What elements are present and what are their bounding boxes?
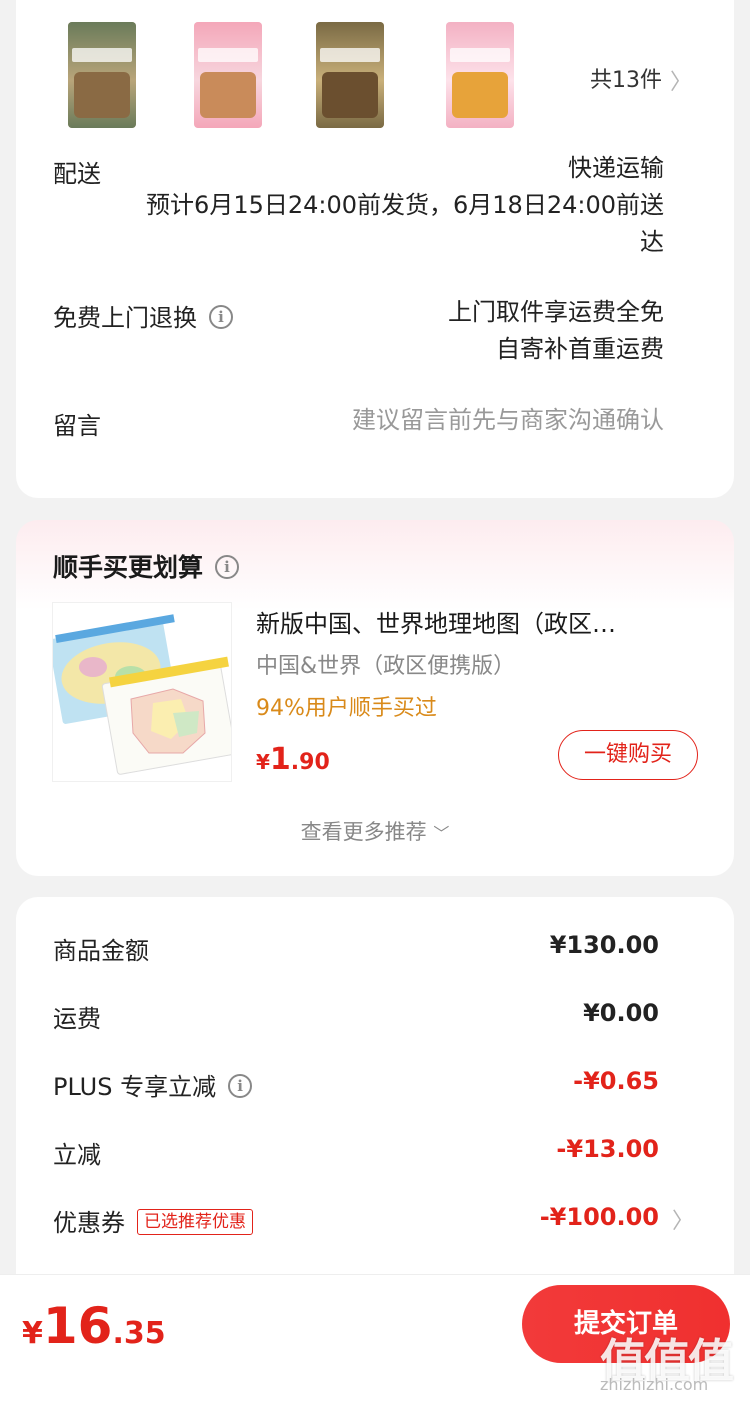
total-integer: 16 (42, 1297, 113, 1355)
cover-title-band (72, 48, 132, 62)
recommend-title: 顺手买更划算 (53, 553, 204, 582)
recommend-title-row: 顺手买更划算 i (53, 548, 240, 584)
delivery-estimate-cont: 达 (640, 228, 664, 256)
plus-discount-label: PLUS 专享立减 (53, 1073, 217, 1101)
cover-illustration (452, 72, 508, 118)
more-recommendations-label: 查看更多推荐 (300, 820, 427, 844)
product-title[interactable]: 新版中国、世界地理地图（政区… (256, 604, 686, 639)
delivery-method: 快递运输 (568, 154, 664, 182)
recommendation-card: 顺手买更划算 i 新版中国、世界地理地图（政区… 中国&世界（政区便携版） 94%… (16, 520, 734, 876)
goods-amount-label: 商品金额 (53, 937, 149, 965)
plus-discount-row-label: PLUS 专享立减 i (53, 1067, 253, 1102)
total-price: ¥16.35 (22, 1297, 166, 1355)
item-count: 共13件 (590, 68, 662, 93)
total-decimal: .35 (112, 1316, 166, 1351)
book-cover-4[interactable] (446, 22, 514, 128)
shipping-fee-value: ¥0.00 (583, 999, 659, 1027)
book-cover-1[interactable] (68, 22, 136, 128)
chevron-right-icon[interactable]: 〉 (670, 64, 692, 96)
product-spec: 中国&世界（政区便携版） (256, 654, 516, 679)
direct-discount-value: -¥13.00 (556, 1135, 659, 1163)
watermark-logo: 值值值 (600, 1334, 734, 1388)
product-popularity: 94%用户顺手买过 (256, 696, 437, 721)
delivery-info[interactable]: 快递运输 预计6月15日24:00前发货，6月18日24:00前送 达 (146, 150, 664, 261)
info-icon[interactable]: i (228, 1074, 253, 1098)
checkout-bar: ¥16.35 提交订单 值值值 zhizhizhi.com (0, 1274, 750, 1402)
return-line1: 上门取件享运费全免 (448, 298, 664, 326)
more-recommendations-link[interactable]: 查看更多推荐 ﹀ (16, 816, 734, 846)
return-label-row: 免费上门退换 i (53, 298, 233, 333)
message-input[interactable]: 建议留言前先与商家沟通确认 (352, 402, 664, 439)
coupon-row-label[interactable]: 优惠券 已选推荐优惠 (53, 1203, 253, 1238)
chevron-down-icon: ﹀ (433, 824, 450, 843)
goods-amount-value: ¥130.00 (549, 931, 659, 959)
info-icon[interactable]: i (215, 555, 240, 579)
price-currency: ¥ (256, 750, 270, 774)
delivery-label: 配送 (53, 160, 101, 188)
info-icon[interactable]: i (209, 305, 233, 329)
plus-discount-value: -¥0.65 (573, 1067, 659, 1095)
direct-discount-label: 立减 (53, 1141, 101, 1169)
cover-title-band (320, 48, 380, 62)
cover-title-band (198, 48, 258, 62)
order-confirm-page: 共13件 〉 配送 快递运输 预计6月15日24:00前发货，6月18日24:0… (0, 0, 750, 1402)
cover-illustration (74, 72, 130, 118)
coupon-label: 优惠券 (53, 1209, 125, 1237)
map-illustration (53, 614, 231, 775)
shipping-fee-label: 运费 (53, 1005, 101, 1033)
total-currency: ¥ (22, 1316, 43, 1351)
order-summary-card: 共13件 〉 配送 快递运输 预计6月15日24:00前发货，6月18日24:0… (16, 0, 734, 498)
one-click-buy-button[interactable]: 一键购买 (558, 730, 698, 780)
price-integer: 1 (269, 742, 291, 777)
book-cover-2[interactable] (194, 22, 262, 128)
book-cover-3[interactable] (316, 22, 384, 128)
price-decimal: .90 (290, 750, 330, 775)
return-line2: 自寄补首重运费 (496, 335, 664, 363)
product-image[interactable] (52, 602, 232, 782)
cover-illustration (200, 72, 256, 118)
return-info: 上门取件享运费全免 自寄补首重运费 (448, 294, 664, 368)
price-breakdown-card: 商品金额 ¥130.00 运费 ¥0.00 PLUS 专享立减 i -¥0.65 … (16, 897, 734, 1317)
product-price: ¥1.90 (256, 742, 330, 777)
cover-illustration (322, 72, 378, 118)
chevron-right-icon[interactable]: 〉 (672, 1203, 694, 1235)
coupon-tag: 已选推荐优惠 (137, 1209, 253, 1235)
watermark-url: zhizhizhi.com (600, 1375, 709, 1394)
return-label: 免费上门退换 (53, 304, 197, 332)
coupon-value[interactable]: -¥100.00 (540, 1203, 659, 1231)
cover-title-band (450, 48, 510, 62)
message-label: 留言 (53, 412, 101, 440)
delivery-estimate: 预计6月15日24:00前发货，6月18日24:00前送 (146, 191, 664, 219)
